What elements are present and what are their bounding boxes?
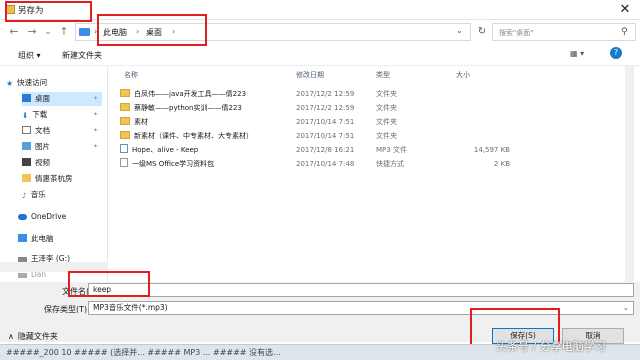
modified-date: 2017/10/14 7:48 xyxy=(296,160,355,168)
computer-icon xyxy=(79,28,90,36)
column-header-size[interactable]: 大小 xyxy=(456,68,470,82)
picture-icon xyxy=(22,142,31,150)
sidebar-item-documents[interactable]: 文档 ✦ xyxy=(22,124,102,138)
back-arrow-icon[interactable]: ← xyxy=(6,24,22,40)
folder-icon xyxy=(22,174,31,182)
organize-button[interactable]: 组织 ▾ xyxy=(18,50,41,61)
download-icon: ⬇ xyxy=(22,111,29,120)
file-type: 快捷方式 xyxy=(376,160,404,168)
pin-icon: ✦ xyxy=(92,95,98,102)
column-header-modified[interactable]: 修改日期 xyxy=(296,68,324,82)
file-size: 2 KB xyxy=(493,160,510,168)
table-row[interactable]: 白凤伟——java开发工具——倩223 2017/12/2 12:59 文件夹 xyxy=(120,88,520,100)
file-type: 文件夹 xyxy=(376,132,397,140)
table-row[interactable]: 一级MS Office学习资料包 2017/10/14 7:48 快捷方式 2 … xyxy=(120,158,520,170)
sidebar-item-onedrive[interactable]: OneDrive xyxy=(18,210,102,224)
title-bar: 另存为 ✕ xyxy=(0,0,640,20)
navigation-bar: ← → ⌄ ↑ › 此电脑 › 桌面 › ⌄ ↻ 搜索"桌面" ⚲ xyxy=(0,21,640,43)
file-type: 文件夹 xyxy=(376,90,397,98)
file-size: 14,597 KB xyxy=(473,146,510,154)
sidebar-item-videos[interactable]: 视频 xyxy=(22,156,102,170)
chevron-down-icon: ⌄ xyxy=(622,303,629,312)
folder-icon xyxy=(120,103,130,111)
search-placeholder: 搜索"桌面" xyxy=(499,29,534,37)
folder-icon xyxy=(120,89,130,97)
search-icon: ⚲ xyxy=(621,27,628,37)
document-icon xyxy=(22,126,31,134)
filetype-label: 保存类型(T): xyxy=(44,305,90,314)
sidebar-item-downloads[interactable]: ⬇ 下载 ✦ xyxy=(22,108,102,122)
folder-icon xyxy=(120,117,130,125)
chevron-down-icon[interactable]: ⌄ xyxy=(40,24,56,40)
shortcut-icon xyxy=(120,158,128,167)
pin-icon: ✦ xyxy=(92,111,98,118)
file-type: 文件夹 xyxy=(376,118,397,126)
watermark-text: 头条号 / 分享电脑学习 xyxy=(496,340,606,353)
sidebar-item-music[interactable]: ♪ 音乐 xyxy=(22,188,102,202)
pin-icon: ✦ xyxy=(92,143,98,150)
table-row[interactable]: Hope、alive - Keep 2017/12/8 16:21 MP3 文件… xyxy=(120,144,520,156)
mp3-icon xyxy=(120,144,128,153)
file-type: MP3 文件 xyxy=(376,146,407,154)
sidebar-item-this-pc[interactable]: 此电脑 xyxy=(18,232,102,246)
music-icon: ♪ xyxy=(22,191,27,200)
modified-date: 2017/12/2 12:59 xyxy=(296,90,355,98)
filetype-value: MP3音乐文件(*.mp3) xyxy=(93,303,168,312)
status-text: #####_200 10 ##### (选择并... ##### MP3 ...… xyxy=(6,348,281,357)
vertical-scrollbar[interactable] xyxy=(625,66,634,282)
desktop-icon xyxy=(22,94,31,102)
column-header-type[interactable]: 类型 xyxy=(376,68,390,82)
computer-icon xyxy=(18,234,27,242)
hide-folders-toggle[interactable]: ∧ 隐藏文件夹 xyxy=(8,331,58,342)
sidebar-item-folder[interactable]: 倩惠茶杭房 xyxy=(22,172,102,186)
filename-highlight xyxy=(68,271,150,297)
file-type: 文件夹 xyxy=(376,104,397,112)
pin-icon: ✦ xyxy=(92,127,98,134)
chevron-up-icon: ∧ xyxy=(8,332,14,341)
refresh-icon[interactable]: ↻ xyxy=(474,24,490,40)
cloud-icon xyxy=(18,214,27,220)
up-arrow-icon[interactable]: ↑ xyxy=(56,24,72,40)
table-row[interactable]: 新素材（课件、中专素材、大专素材） 2017/10/14 7:51 文件夹 xyxy=(120,130,520,142)
modified-date: 2017/12/8 16:21 xyxy=(296,146,355,154)
filename-input[interactable]: keep xyxy=(88,283,634,297)
table-row[interactable]: 素材 2017/10/14 7:51 文件夹 xyxy=(120,116,520,128)
folder-icon xyxy=(120,131,130,139)
title-highlight xyxy=(5,1,92,22)
drive-icon xyxy=(18,273,27,278)
forward-arrow-icon[interactable]: → xyxy=(24,24,40,40)
sidebar-item-pictures[interactable]: 图片 ✦ xyxy=(22,140,102,154)
sidebar-item-quick-access[interactable]: ★ 快速访问 xyxy=(6,76,104,90)
table-row[interactable]: 蔡静敏——python实训——倩223 2017/12/2 12:59 文件夹 xyxy=(120,102,520,114)
modified-date: 2017/12/2 12:59 xyxy=(296,104,355,112)
sidebar-item-desktop[interactable]: 桌面 ✦ xyxy=(22,92,102,106)
modified-date: 2017/10/14 7:51 xyxy=(296,118,355,126)
new-folder-button[interactable]: 新建文件夹 xyxy=(62,50,102,61)
chevron-down-icon[interactable]: ⌄ xyxy=(456,26,463,35)
star-icon: ★ xyxy=(6,79,14,88)
modified-date: 2017/10/14 7:51 xyxy=(296,132,355,140)
address-highlight xyxy=(97,14,207,46)
toolbar: 组织 ▾ 新建文件夹 ▦ ▾ ? xyxy=(0,44,640,66)
file-list: 名称 修改日期 类型 大小 白凤伟——java开发工具——倩223 2017/1… xyxy=(110,66,634,282)
view-options-icon[interactable]: ▦ ▾ xyxy=(570,49,584,58)
help-icon[interactable]: ? xyxy=(610,47,622,59)
navigation-pane: ★ 快速访问 桌面 ✦ ⬇ 下载 ✦ 文档 ✦ 图片 ✦ 视频 倩惠茶杭房 ♪ 音乐 OneD… xyxy=(0,66,108,282)
search-input[interactable]: 搜索"桌面" ⚲ xyxy=(492,23,636,41)
close-button[interactable]: ✕ xyxy=(612,1,638,19)
video-icon xyxy=(22,158,31,166)
column-header-name[interactable]: 名称 xyxy=(124,68,138,82)
